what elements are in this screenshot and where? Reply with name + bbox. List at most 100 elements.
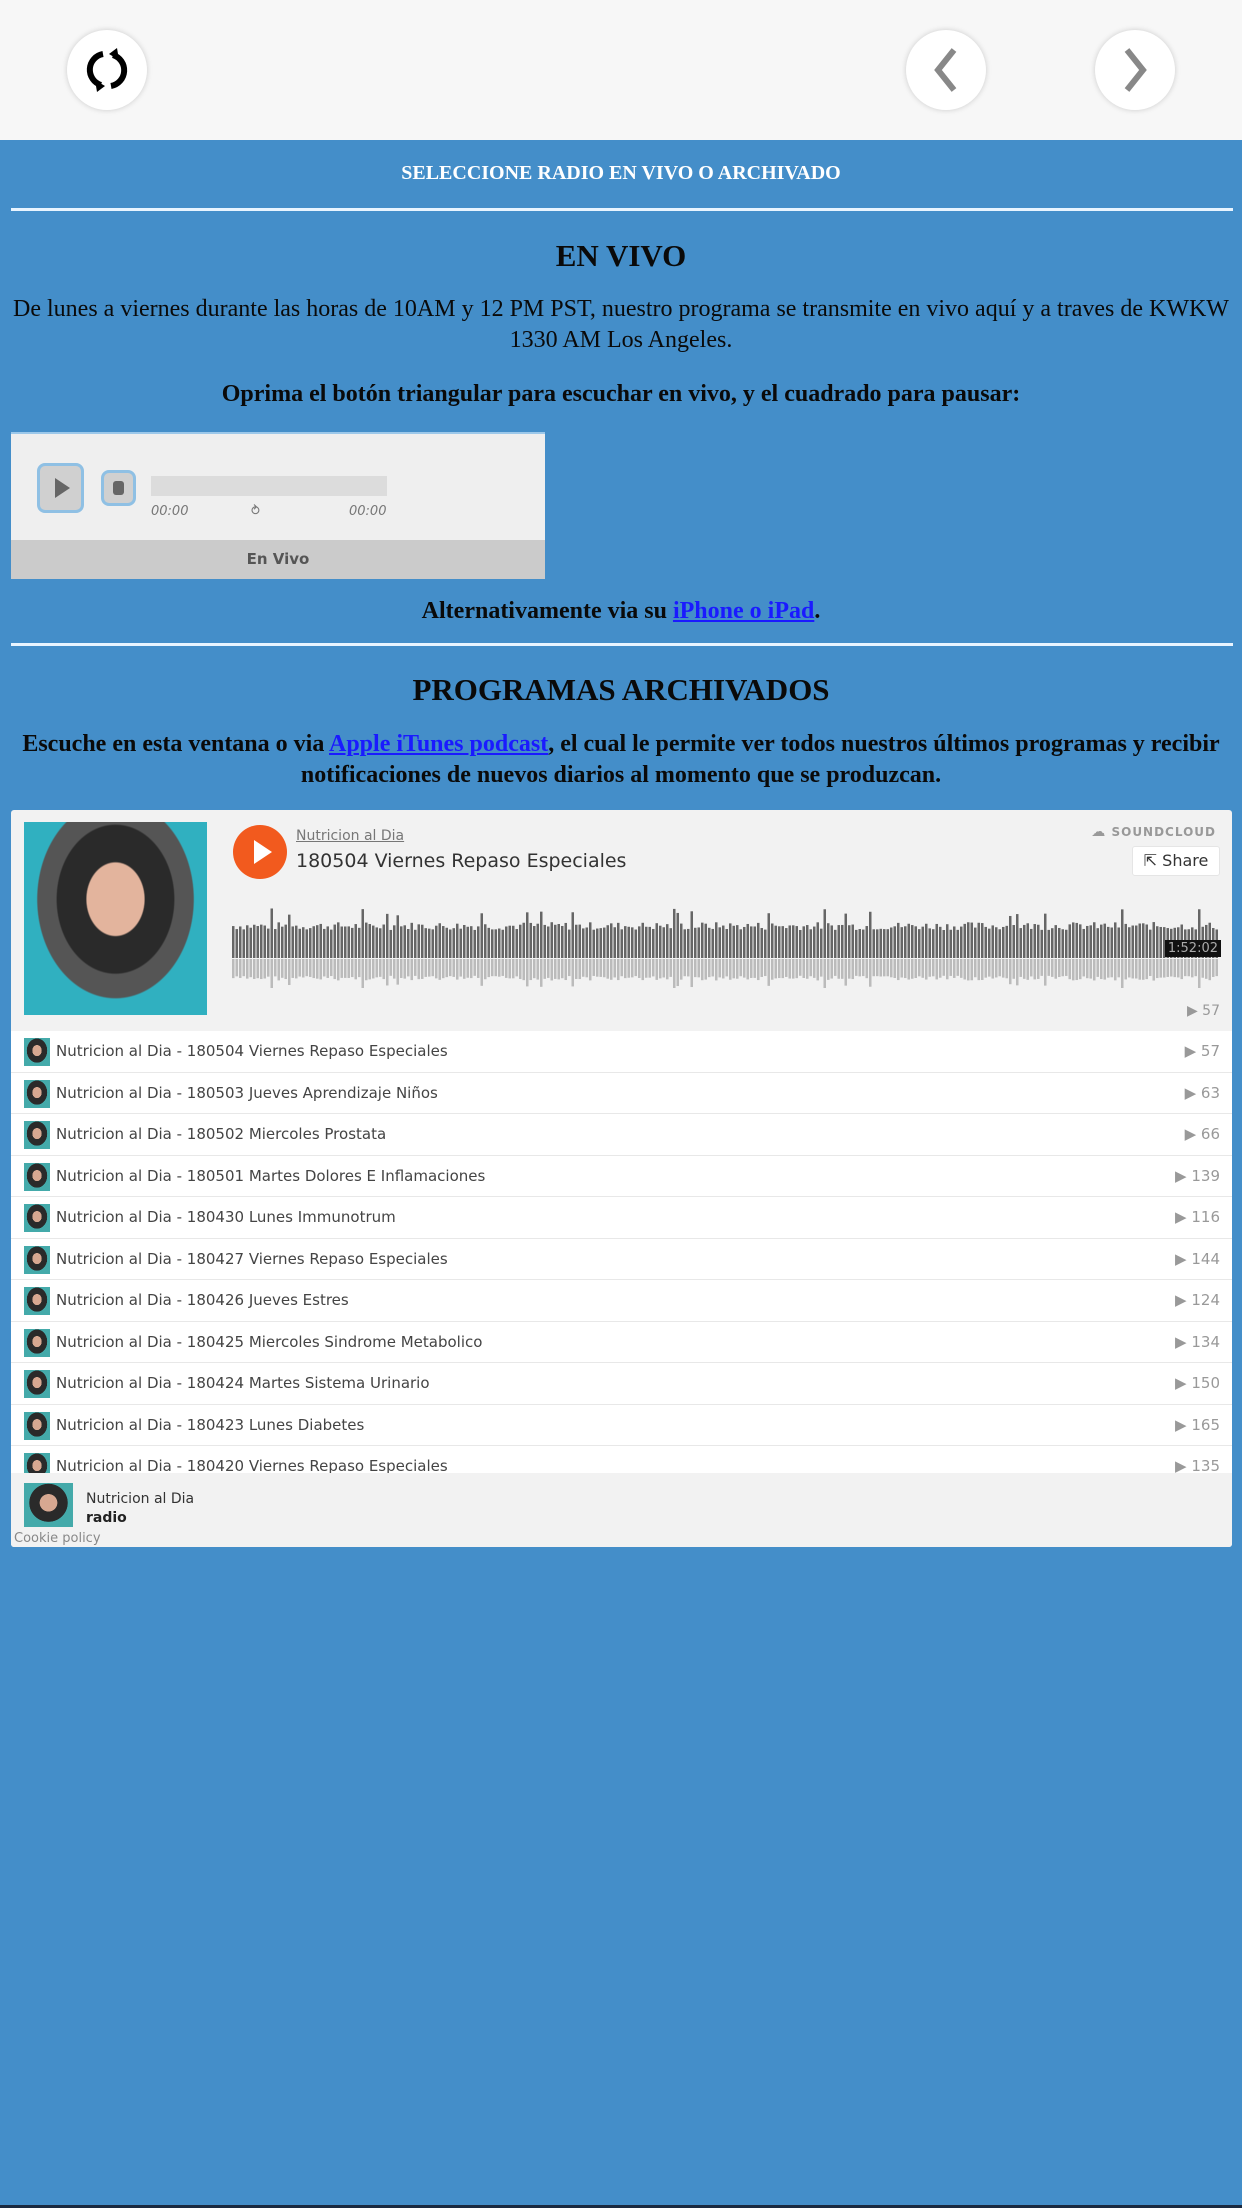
waveform-reflection [911, 959, 914, 979]
play-button[interactable] [37, 463, 84, 513]
soundcloud-logo[interactable]: ☁ SOUNDCLOUD [1091, 824, 1216, 840]
waveform-reflection [599, 959, 602, 977]
track-thumbnail [24, 1287, 50, 1315]
waveform-bar [533, 926, 536, 958]
waveform-bar [1012, 925, 1015, 958]
waveform-bar [589, 922, 592, 958]
progress-bar[interactable] [151, 476, 387, 496]
waveform-bar [1103, 923, 1106, 958]
loop-icon[interactable]: ⥁ [251, 504, 260, 519]
waveform-bar [323, 928, 326, 958]
play-count-icon: ▶ [1184, 1125, 1197, 1143]
track-list-item[interactable]: Nutricion al Dia - 180423 Lunes Diabetes… [11, 1404, 1232, 1446]
waveform-bar [508, 925, 511, 958]
waveform-reflection [445, 959, 448, 978]
footer-playlist-name[interactable]: radio [86, 1510, 127, 1526]
track-user-link[interactable]: Nutricion al Dia [296, 828, 404, 844]
iphone-ipad-link[interactable]: iPhone o iPad [673, 598, 814, 624]
waveform-bar [249, 927, 252, 958]
waveform-bar [1086, 925, 1089, 958]
share-button[interactable]: ⇱ Share [1132, 846, 1220, 876]
waveform-reflection [624, 959, 627, 979]
track-list-item[interactable]: Nutricion al Dia - 180503 Jueves Aprendi… [11, 1072, 1232, 1114]
waveform-bar [956, 929, 959, 958]
waveform-reflection [536, 959, 539, 980]
track-title[interactable]: 180504 Viernes Repaso Especiales [296, 850, 626, 872]
track-thumbnail [24, 1162, 50, 1191]
waveform-bar [673, 908, 676, 958]
waveform-bar [879, 928, 882, 958]
waveform-reflection [1159, 959, 1162, 978]
waveform-bar [431, 929, 434, 958]
refresh-button[interactable] [67, 30, 147, 110]
waveform-bar [330, 929, 333, 958]
waveform-reflection [715, 959, 718, 981]
track-list-item[interactable]: Nutricion al Dia - 180426 Jueves Estres ▶… [11, 1280, 1232, 1322]
cookie-policy-link[interactable]: Cookie policy [14, 1531, 101, 1546]
waveform-bar [928, 928, 931, 958]
waveform-reflection [253, 959, 256, 979]
play-count-icon: ▶ [1184, 1083, 1197, 1102]
waveform-bar [967, 922, 970, 958]
waveform-bar [974, 927, 977, 958]
waveform-bar [662, 927, 665, 958]
back-button[interactable] [906, 30, 986, 110]
waveform-bar [1142, 923, 1145, 958]
total-time: 00:00 [349, 504, 387, 519]
user-avatar[interactable] [24, 1483, 73, 1527]
waveform-bar [480, 913, 483, 958]
waveform-bar [263, 925, 266, 958]
track-list-item[interactable]: Nutricion al Dia - 180425 Miercoles Sind… [11, 1321, 1232, 1363]
waveform-bar [365, 922, 368, 958]
waveform-reflection [939, 959, 942, 978]
waveform[interactable] [232, 898, 1219, 988]
waveform-reflection [386, 959, 389, 986]
waveform-reflection [904, 959, 907, 979]
refresh-icon [86, 48, 128, 92]
footer-user-name[interactable]: Nutricion al Dia [86, 1491, 194, 1507]
waveform-bar [977, 922, 980, 958]
track-list-title: Nutricion al Dia - 180427 Viernes Repaso… [56, 1249, 448, 1268]
waveform-bar [666, 924, 669, 958]
waveform-reflection [571, 959, 574, 987]
waveform-bar [561, 925, 564, 958]
waveform-reflection [340, 959, 343, 978]
waveform-reflection [1117, 959, 1120, 978]
track-list-item[interactable]: Nutricion al Dia - 180502 Miercoles Pros… [11, 1114, 1232, 1156]
soundcloud-play-button[interactable] [233, 825, 287, 879]
waveform-reflection [438, 959, 441, 980]
waveform-bar [302, 927, 305, 958]
waveform-bar [1100, 924, 1103, 958]
track-list[interactable]: Nutricion al Dia - 180504 Viernes Repaso… [11, 1031, 1232, 1473]
itunes-podcast-link[interactable]: Apple iTunes podcast [329, 731, 548, 757]
waveform-reflection [351, 959, 354, 978]
track-list-item[interactable]: Nutricion al Dia - 180420 Viernes Repaso… [11, 1446, 1232, 1473]
waveform-bar [305, 929, 308, 958]
waveform-reflection [592, 959, 595, 976]
waveform-reflection [736, 959, 739, 979]
waveform-reflection [1128, 959, 1131, 978]
track-play-count: ▶ 135 [1175, 1457, 1220, 1473]
waveform-reflection [309, 959, 312, 977]
waveform-bar [491, 929, 494, 958]
stop-button[interactable] [101, 470, 136, 506]
widget-footer: Nutricion al Dia radio Cookie policy [11, 1473, 1232, 1547]
waveform-bar [1072, 922, 1075, 958]
track-list-item[interactable]: Nutricion al Dia - 180424 Martes Sistema… [11, 1363, 1232, 1405]
track-list-item[interactable]: Nutricion al Dia - 180427 Viernes Repaso… [11, 1238, 1232, 1280]
waveform-reflection [613, 959, 616, 978]
track-artwork[interactable] [24, 822, 207, 1015]
waveform-bar [1061, 929, 1064, 958]
waveform-bar [610, 923, 613, 958]
waveform-bar [767, 913, 770, 958]
waveform-bar [389, 929, 392, 958]
waveform-bar [729, 923, 732, 958]
waveform-bar [1121, 909, 1124, 958]
track-list-item[interactable]: Nutricion al Dia - 180430 Lunes Immunotr… [11, 1197, 1232, 1239]
waveform-bar [246, 925, 249, 958]
track-list-item[interactable]: Nutricion al Dia - 180501 Martes Dolores… [11, 1155, 1232, 1197]
track-list-item[interactable]: Nutricion al Dia - 180504 Viernes Repaso… [11, 1031, 1232, 1073]
forward-button[interactable] [1095, 30, 1175, 110]
waveform-reflection [337, 959, 340, 981]
waveform-reflection [785, 959, 788, 977]
